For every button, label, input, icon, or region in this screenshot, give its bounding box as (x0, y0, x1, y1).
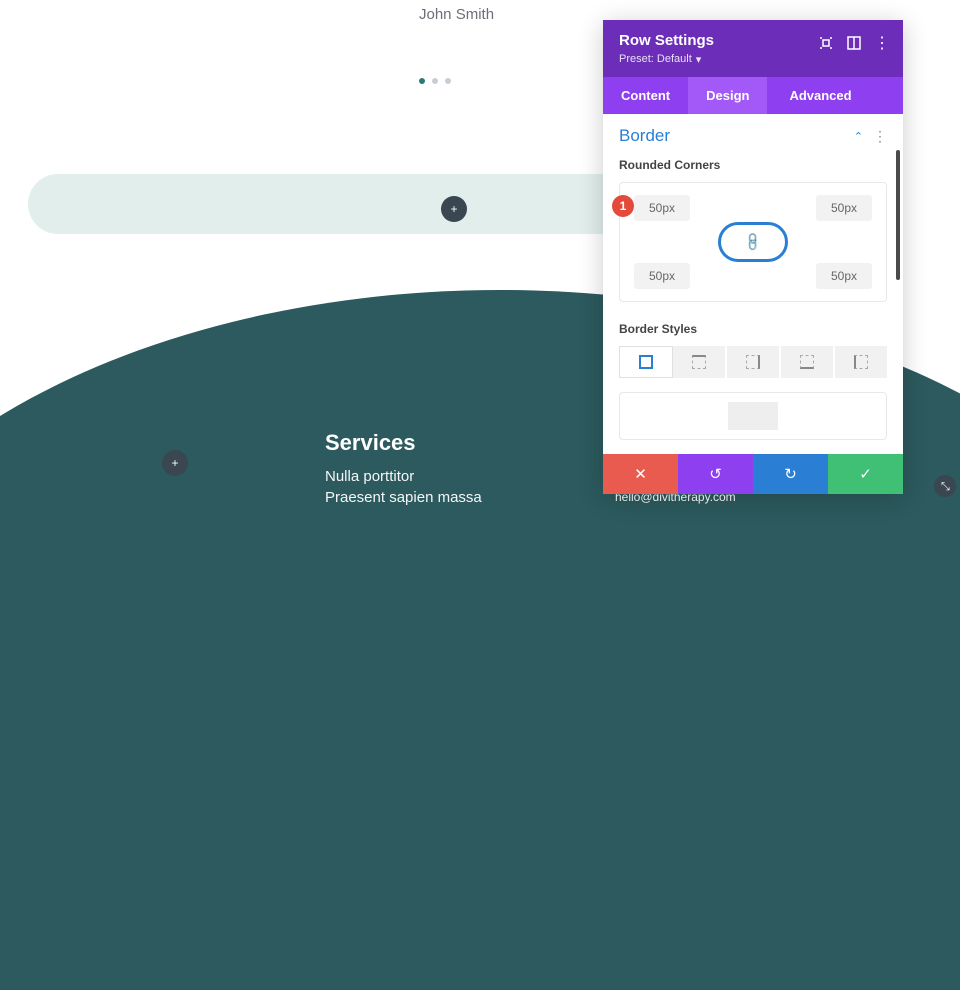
services-line: Praesent sapien massa (325, 489, 482, 506)
plus-icon: + (171, 456, 178, 470)
add-module-button[interactable]: + (162, 450, 188, 476)
resize-icon: ⤢ (939, 482, 952, 491)
panel-footer: ✕ ↺ ↻ ✓ (603, 454, 903, 494)
border-style-bottom[interactable] (781, 346, 835, 378)
tab-advanced[interactable]: Advanced (771, 77, 869, 114)
expand-icon[interactable] (819, 36, 833, 50)
border-left-icon (854, 355, 868, 369)
save-button[interactable]: ✓ (828, 454, 903, 494)
services-line: Nulla porttitor (325, 468, 482, 485)
preset-dropdown[interactable]: Preset: Default ▾ (619, 53, 701, 66)
settings-panel: Row Settings Preset: Default ▾ ⋮ Content… (603, 20, 903, 494)
border-styles-row (619, 346, 887, 378)
scrollbar[interactable] (896, 150, 900, 280)
undo-icon: ↺ (709, 465, 722, 483)
panel-tabs: Content Design Advanced (603, 77, 903, 114)
border-top-icon (692, 355, 706, 369)
border-right-icon (746, 355, 760, 369)
link-corners-toggle[interactable]: 🔗 (718, 222, 788, 262)
rounded-corners-control: 50px 50px 50px 50px 🔗 (619, 182, 887, 302)
step-badge: 1 (612, 195, 634, 217)
slider-dot[interactable] (445, 78, 451, 84)
services-block: Services Nulla porttitor Praesent sapien… (325, 430, 482, 510)
square-icon (639, 355, 653, 369)
resize-handle[interactable]: ⤢ (934, 475, 956, 497)
columns-icon[interactable] (847, 36, 861, 50)
corner-input-bl[interactable]: 50px (634, 263, 690, 289)
corner-input-tr[interactable]: 50px (816, 195, 872, 221)
check-icon: ✓ (859, 465, 872, 483)
add-row-button[interactable]: + (441, 196, 467, 222)
link-icon: 🔗 (742, 231, 765, 254)
border-bottom-icon (800, 355, 814, 369)
kebab-icon[interactable]: ⋮ (875, 36, 889, 50)
plus-icon: + (450, 202, 457, 216)
undo-button[interactable]: ↺ (678, 454, 753, 494)
author-name: John Smith (419, 6, 494, 23)
section-title: Border (619, 126, 670, 146)
caret-down-icon: ▾ (696, 53, 702, 66)
tab-design[interactable]: Design (688, 77, 767, 114)
cancel-button[interactable]: ✕ (603, 454, 678, 494)
chevron-up-icon[interactable]: ⌃ (854, 130, 863, 143)
border-style-right[interactable] (727, 346, 781, 378)
tab-content[interactable]: Content (603, 77, 688, 114)
border-preview (619, 392, 887, 440)
services-heading: Services (325, 430, 482, 456)
close-icon: ✕ (634, 465, 647, 483)
slider-dot[interactable] (419, 78, 425, 84)
section-header-border[interactable]: Border ⌃ ⋮ (603, 114, 903, 154)
slider-dot[interactable] (432, 78, 438, 84)
border-preview-inner (728, 402, 778, 430)
redo-button[interactable]: ↻ (753, 454, 828, 494)
corner-input-tl[interactable]: 50px (634, 195, 690, 221)
panel-body: Border ⌃ ⋮ Rounded Corners 50px 50px 50p… (603, 114, 903, 454)
kebab-icon[interactable]: ⋮ (873, 128, 887, 145)
slider-dots (419, 78, 451, 84)
border-styles-label: Border Styles (603, 318, 903, 346)
corner-input-br[interactable]: 50px (816, 263, 872, 289)
rounded-corners-label: Rounded Corners (603, 154, 903, 182)
border-style-all[interactable] (619, 346, 673, 378)
panel-header[interactable]: Row Settings Preset: Default ▾ ⋮ (603, 20, 903, 77)
border-style-top[interactable] (673, 346, 727, 378)
border-style-left[interactable] (835, 346, 887, 378)
redo-icon: ↻ (784, 465, 797, 483)
